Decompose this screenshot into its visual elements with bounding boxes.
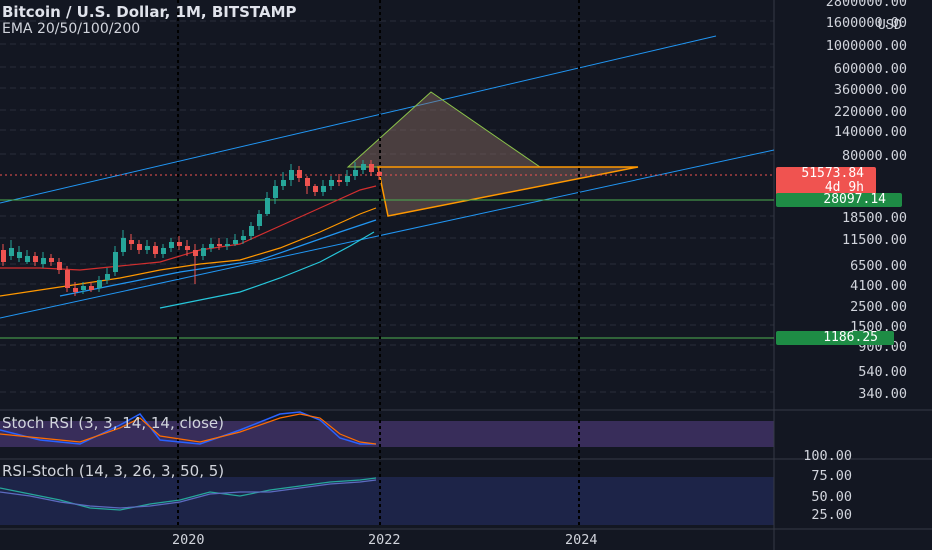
price-tick-label: 360000.00 (833, 82, 907, 98)
chart[interactable]: Bitcoin / U.S. Dollar, 1M, BITSTAMP EMA … (0, 0, 932, 550)
rsi-stoch-label[interactable]: RSI-Stoch (14, 3, 26, 3, 50, 5) (2, 462, 224, 480)
candle-body (97, 280, 102, 288)
candle-body (193, 250, 198, 256)
candle-body (65, 270, 70, 288)
candle-body (257, 214, 262, 226)
candle-body (305, 178, 310, 186)
candle-body (17, 252, 22, 258)
candle-body (81, 286, 86, 290)
candle-body (225, 244, 230, 246)
candle-body (73, 288, 78, 292)
candle-body (369, 164, 374, 172)
price-tick-label: 2800000.00 (825, 0, 907, 10)
time-tick-label: 2024 (565, 532, 598, 548)
candle-body (289, 170, 294, 180)
level-lower-badge: 1186.25 (776, 331, 894, 345)
candle-body (329, 180, 334, 186)
candle-body (137, 244, 142, 250)
price-tick-label: 18500.00 (841, 210, 907, 226)
chart-title[interactable]: Bitcoin / U.S. Dollar, 1M, BITSTAMP (2, 3, 297, 21)
price-tick-label: 1000000.00 (825, 38, 907, 54)
price-tick-label: 11500.00 (841, 232, 907, 248)
candle-body (297, 170, 302, 178)
candle-body (129, 240, 134, 244)
rsi-stoch-tick-label: 100.00 (803, 448, 852, 464)
last-price-badge: 51573.84 4d 9h (776, 167, 876, 195)
price-tick-label: 140000.00 (833, 124, 907, 140)
candle-body (89, 286, 94, 290)
candle-body (345, 176, 350, 182)
candle-body (353, 170, 358, 176)
price-tick-label: 80000.00 (841, 148, 907, 164)
price-tick-label: 540.00 (858, 364, 907, 380)
candle-body (337, 180, 342, 182)
candle-body (233, 240, 238, 244)
candle-body (313, 186, 318, 192)
candle-body (281, 180, 286, 186)
candle-body (105, 274, 110, 280)
stoch-rsi-label[interactable]: Stoch RSI (3, 3, 14, 14, close) (2, 414, 224, 432)
candle-body (57, 262, 62, 270)
rsi-stoch-tick-label: 25.00 (811, 507, 852, 523)
candle-body (41, 258, 46, 264)
price-tick-label: 340.00 (858, 386, 907, 402)
candle-body (361, 164, 366, 170)
candle-body (177, 242, 182, 246)
candle-body (25, 256, 30, 262)
candle-body (153, 246, 158, 254)
candle-body (33, 256, 38, 262)
candle-body (161, 248, 166, 254)
ema-legend[interactable]: EMA 20/50/100/200 (2, 21, 140, 37)
candle-body (201, 248, 206, 256)
candle-body (241, 236, 246, 240)
candle-body (321, 186, 326, 192)
candle-body (209, 244, 214, 248)
candle-body (217, 244, 222, 246)
level-upper-badge: 28097.14 (776, 193, 902, 207)
candle-body (113, 252, 118, 272)
candle-body (265, 198, 270, 214)
last-price-value: 51573.84 (801, 166, 864, 181)
candle-body (49, 258, 54, 262)
time-tick-label: 2022 (368, 532, 401, 548)
candle-body (185, 246, 190, 250)
candle-body (273, 186, 278, 198)
time-tick-label: 2020 (172, 532, 205, 548)
price-tick-label: 4100.00 (850, 278, 907, 294)
rsi-stoch-tick-label: 75.00 (811, 468, 852, 484)
price-tick-label: 2500.00 (850, 299, 907, 315)
candle-body (169, 242, 174, 248)
price-axis-currency: USD (877, 17, 902, 33)
candle-body (377, 172, 382, 176)
price-tick-label: 6500.00 (850, 258, 907, 274)
candle-body (1, 250, 6, 262)
candle-body (121, 238, 126, 252)
candle-body (9, 248, 14, 256)
candle-body (145, 246, 150, 250)
candle-body (249, 226, 254, 236)
price-tick-label: 220000.00 (833, 104, 907, 120)
price-tick-label: 600000.00 (833, 61, 907, 77)
rsi-stoch-tick-label: 50.00 (811, 489, 852, 505)
